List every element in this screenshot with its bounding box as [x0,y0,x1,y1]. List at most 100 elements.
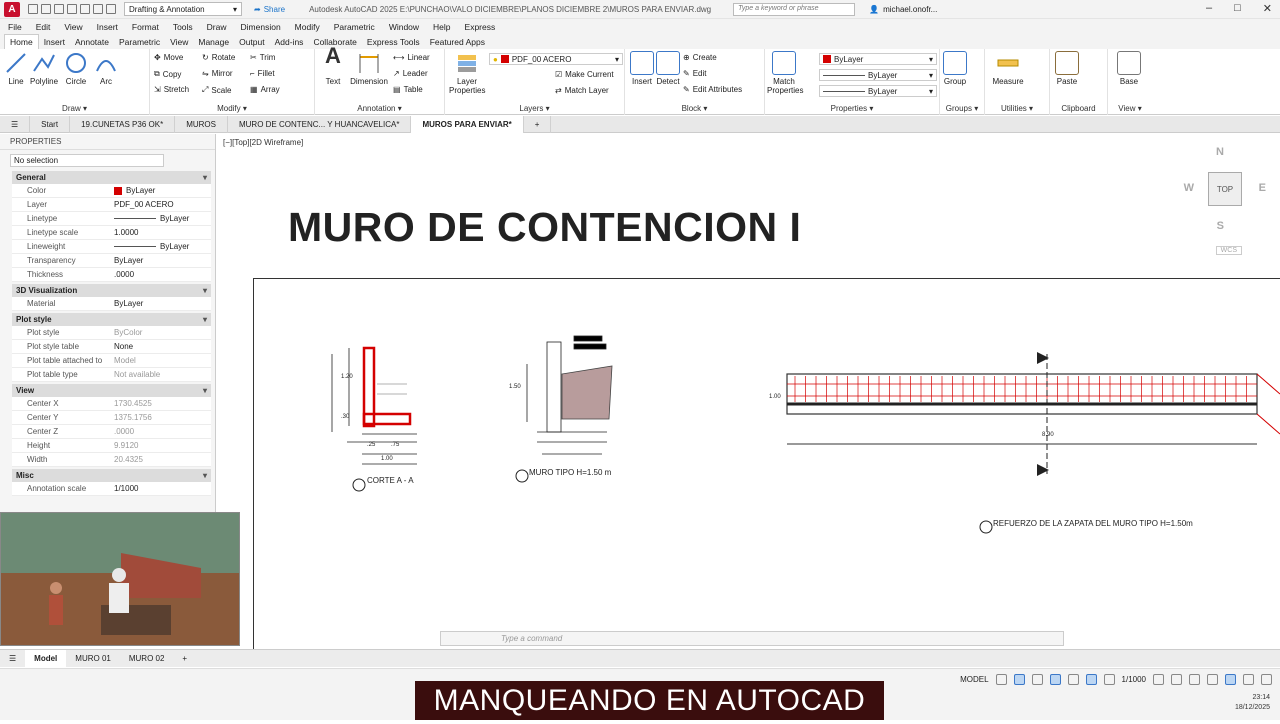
edit-attributes-button[interactable]: ✎ Edit Attributes [683,85,742,94]
category-general[interactable]: General [12,171,211,184]
prop-row[interactable]: Plot table attached to Model [12,354,211,368]
model-space-toggle[interactable]: MODEL [960,675,988,684]
autocad-logo-icon[interactable]: A [4,1,20,17]
prop-row[interactable]: Linetype ByLayer [12,212,211,226]
dimension-button[interactable]: Dimension [349,51,389,86]
polar-icon[interactable] [1049,674,1061,685]
table-button[interactable]: ▤ Table [393,85,423,94]
polyline-button[interactable]: Polyline [30,51,58,86]
tab-view[interactable]: View [165,35,193,49]
trim-button[interactable]: ✂ Trim [250,53,275,62]
color-dropdown[interactable]: ByLayer ▾ [819,53,937,65]
prop-row[interactable]: Color ByLayer [12,184,211,198]
snap-icon[interactable] [1013,674,1025,685]
isolate-icon[interactable] [1207,674,1218,685]
customize-icon[interactable] [1261,674,1272,685]
tab-annotate[interactable]: Annotate [70,35,114,49]
doc-tab-cunetas[interactable]: 19.CUNETAS P36 OK* [70,115,176,133]
category-3d-visualization[interactable]: 3D Visualization [12,284,211,297]
units-icon[interactable] [1189,674,1200,685]
view-panel-title[interactable]: View ▾ [1108,104,1152,113]
stretch-button[interactable]: ⇲ Stretch [154,85,189,94]
viewport-controls[interactable]: [−][Top][2D Wireframe] [223,138,303,147]
tab-manage[interactable]: Manage [193,35,234,49]
category-plot-style[interactable]: Plot style [12,313,211,326]
prop-row[interactable]: Plot style table None [12,340,211,354]
doc-tab-muros[interactable]: MUROS [175,115,228,133]
gear-icon[interactable] [1153,674,1164,685]
fillet-button[interactable]: ⌐ Fillet [250,69,275,78]
menu-format[interactable]: Format [132,22,159,32]
tab-home[interactable]: Home [4,34,39,49]
annotation-scale[interactable]: 1/1000 [1122,675,1146,684]
layer-dropdown[interactable]: ● PDF_00 ACERO ▾ [489,53,623,65]
compass-west[interactable]: W [1184,182,1194,194]
tab-featured-apps[interactable]: Featured Apps [425,35,490,49]
prop-row[interactable]: Center Z .0000 [12,425,211,439]
arc-button[interactable]: Arc [94,51,118,86]
new-icon[interactable] [28,4,38,14]
mirror-button[interactable]: ⇋ Mirror [202,69,233,78]
menu-help[interactable]: Help [433,22,450,32]
save-icon[interactable] [54,4,64,14]
annotation-visibility-icon[interactable] [1103,674,1115,685]
command-line-input[interactable]: Type a command [440,631,1064,646]
prop-row[interactable]: Transparency ByLayer [12,254,211,268]
category-view[interactable]: View [12,384,211,397]
menu-file[interactable]: File [8,22,22,32]
annotation-panel-title[interactable]: Annotation ▾ [315,104,444,113]
layer-properties-button[interactable]: Layer Properties [449,51,485,95]
selection-dropdown[interactable]: No selection [10,154,164,167]
share-button[interactable]: ➦ Share [254,5,285,14]
group-button[interactable]: Group [942,51,968,86]
base-button[interactable]: Base [1116,51,1142,86]
make-current-button[interactable]: ☑ Make Current [555,70,614,79]
hardware-acceleration-icon[interactable] [1225,674,1236,685]
search-input[interactable]: Type a keyword or phrase [733,2,856,16]
new-tab-icon[interactable]: + [524,115,552,133]
drawing-canvas[interactable]: [−][Top][2D Wireframe] MURO DE CONTENCIO… [217,134,1280,658]
add-layout-icon[interactable]: + [173,650,196,668]
doc-tab-start[interactable]: Start [30,115,71,133]
menu-edit[interactable]: Edit [36,22,51,32]
menu-insert[interactable]: Insert [97,22,118,32]
menu-view[interactable]: View [64,22,82,32]
layout-menu-icon[interactable]: ☰ [0,650,25,668]
linetype-dropdown[interactable]: ByLayer ▾ [819,69,937,81]
open-icon[interactable] [41,4,51,14]
grid-icon[interactable] [995,674,1007,685]
tab-muro-02[interactable]: MURO 02 [120,650,174,668]
compass-east[interactable]: E [1259,182,1266,194]
ortho-icon[interactable] [1031,674,1043,685]
tab-express-tools[interactable]: Express Tools [362,35,425,49]
menu-modify[interactable]: Modify [295,22,320,32]
plot-icon[interactable] [80,4,90,14]
line-button[interactable]: Line [4,51,28,86]
prop-row[interactable]: Center X 1730.4525 [12,397,211,411]
menu-tools[interactable]: Tools [173,22,193,32]
prop-row[interactable]: Thickness .0000 [12,268,211,282]
prop-row[interactable]: Plot table type Not available [12,368,211,382]
modify-panel-title[interactable]: Modify ▾ [150,104,314,113]
user-account[interactable]: 👤 michael.onofr... [869,5,937,14]
linear-button[interactable]: ⟷ Linear [393,53,430,62]
utilities-panel-title[interactable]: Utilities ▾ [985,104,1049,113]
lineweight-icon[interactable] [1085,674,1097,685]
lineweight-dropdown[interactable]: ByLayer ▾ [819,85,937,97]
insert-button[interactable]: Insert [629,51,655,86]
tab-insert[interactable]: Insert [39,35,70,49]
tab-output[interactable]: Output [234,35,270,49]
tab-model[interactable]: Model [25,649,67,668]
fullscreen-icon[interactable] [1243,674,1254,685]
measure-button[interactable]: Measure [989,51,1027,86]
scale-button[interactable]: ⤢ Scale [202,85,231,95]
prop-row[interactable]: Material ByLayer [12,297,211,311]
compass-north[interactable]: N [1216,146,1224,158]
close-button[interactable]: ✕ [1263,2,1272,15]
minimize-button[interactable]: – [1206,2,1212,15]
prop-row[interactable]: Center Y 1375.1756 [12,411,211,425]
tab-muro-01[interactable]: MURO 01 [66,650,120,668]
block-panel-title[interactable]: Block ▾ [625,104,764,113]
prop-row[interactable]: Lineweight ByLayer [12,240,211,254]
copy-button[interactable]: ⧉ Copy [154,69,181,79]
